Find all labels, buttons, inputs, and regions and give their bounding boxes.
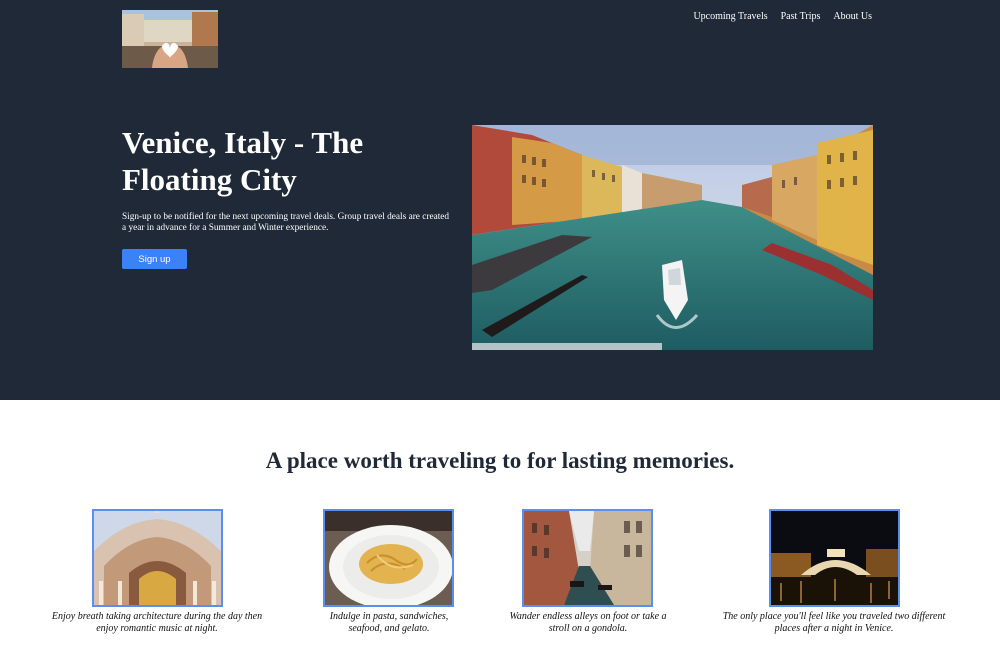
section-title: A place worth traveling to for lasting m…: [265, 448, 735, 473]
hero-image-grand-canal: [472, 125, 873, 350]
feature-caption: Wander endless alleys on foot or take a …: [509, 611, 667, 634]
feature-image-canal-alley: [522, 509, 653, 607]
nav-about-us[interactable]: About Us: [833, 11, 872, 22]
main-nav: Upcoming Travels Past Trips About Us: [693, 11, 872, 22]
nav-past-trips[interactable]: Past Trips: [781, 11, 821, 22]
feature-caption: The only place you'll feel like you trav…: [722, 611, 946, 634]
feature-image-architecture: [92, 509, 223, 607]
hero-section: Upcoming Travels Past Trips About Us Ven…: [0, 0, 1000, 400]
feature-image-pasta: [323, 509, 454, 607]
site-logo[interactable]: [122, 10, 218, 68]
feature-image-night-bridge: [769, 509, 900, 607]
feature-caption: Enjoy breath taking architecture during …: [51, 611, 263, 634]
hero-title: Venice, Italy - The Floating City: [122, 125, 364, 197]
nav-upcoming-travels[interactable]: Upcoming Travels: [693, 11, 767, 22]
signup-button[interactable]: Sign up: [122, 249, 187, 269]
hero-description: Sign-up to be notified for the next upco…: [122, 212, 450, 233]
feature-caption: Indulge in pasta, sandwiches, seafood, a…: [329, 611, 449, 634]
